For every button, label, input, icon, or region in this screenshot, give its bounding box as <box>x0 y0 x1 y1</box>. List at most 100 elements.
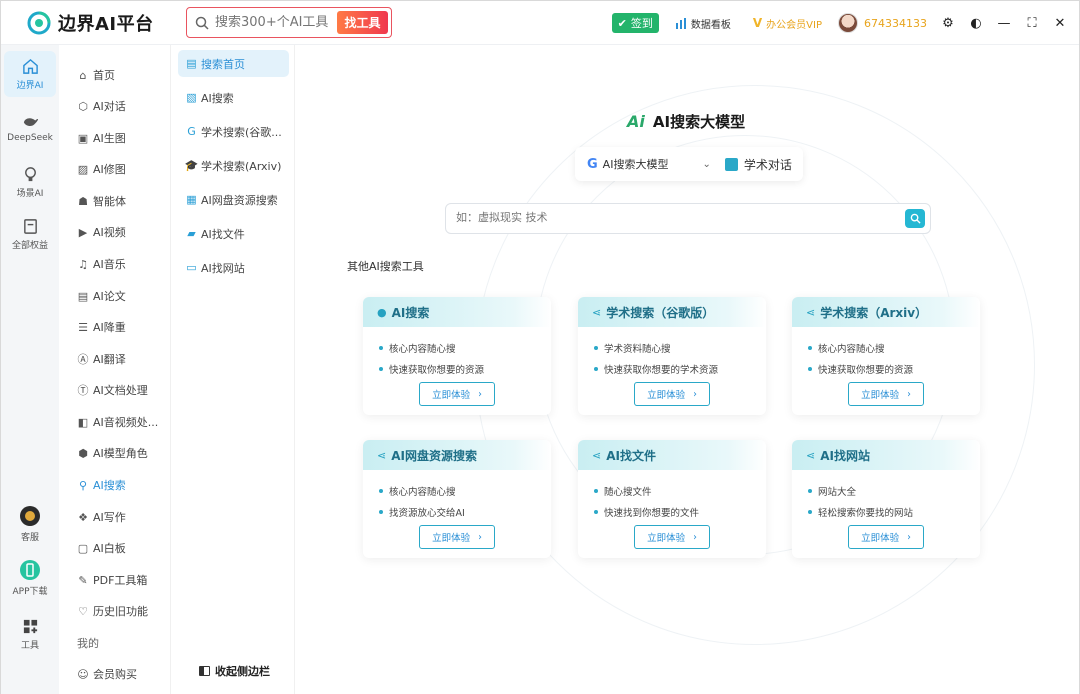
tool-card-ai-search: ● AI搜索 核心内容随心搜 快速获取你想要的资源 立即体验 › <box>363 297 551 415</box>
submenu-item-scholar-arxiv[interactable]: 🎓 学术搜索(Arxiv) <box>178 152 289 179</box>
category-item-home[interactable]: ⌂ 首页 <box>77 64 116 86</box>
data-board-button[interactable]: 数据看板 <box>675 16 731 31</box>
app-title: 边界AI平台 <box>58 14 154 35</box>
maximize-icon[interactable]: ⛶ <box>1025 16 1039 31</box>
paper-icon: ▤ <box>77 289 89 303</box>
category-item-member[interactable]: ☺ 会员购买 <box>77 663 137 685</box>
ai-logo-icon: Ai <box>627 112 645 131</box>
folder-icon: ▰ <box>187 227 196 240</box>
close-icon[interactable]: ✕ <box>1053 16 1067 31</box>
card-feature: 学术资料随心搜 <box>594 337 766 358</box>
submenu-item-find-file[interactable]: ▰ AI找文件 <box>178 220 289 247</box>
customer-service-icon <box>20 506 40 526</box>
other-tools-heading: 其他AI搜索工具 <box>347 260 424 273</box>
category-item-ai-paper[interactable]: ▤ AI论文 <box>77 285 126 307</box>
try-now-button[interactable]: 立即体验 › <box>848 382 924 406</box>
try-now-button[interactable]: 立即体验 › <box>419 525 495 549</box>
rail-label: 全部权益 <box>11 240 48 251</box>
category-item-ai-search[interactable]: ⚲ AI搜索 <box>77 474 126 496</box>
chevron-right-icon: › <box>907 388 911 400</box>
signin-label: 签到 <box>630 17 653 30</box>
category-item-pdf-tools[interactable]: ✎ PDF工具箱 <box>77 569 147 591</box>
model-selector[interactable]: G AI搜索大模型 ⌄ 学术对话 <box>575 147 803 181</box>
minimize-icon[interactable]: — <box>997 16 1011 31</box>
search-icon: ⚲ <box>78 478 88 492</box>
chevron-right-icon: › <box>693 388 697 400</box>
theme-toggle-icon[interactable]: ◐ <box>969 16 983 31</box>
category-item-history[interactable]: ♡ 历史旧功能 <box>77 600 148 622</box>
user-id: 674334133 <box>864 16 927 30</box>
try-now-button[interactable]: 立即体验 › <box>634 382 710 406</box>
share-icon: ⋖ <box>592 305 602 319</box>
rail-item-service[interactable]: 客服 <box>4 501 56 547</box>
tool-card-find-site: ⋖ AI找网站 网站大全 轻松搜索你要找的网站 立即体验 › <box>792 440 980 558</box>
ai-search-icon: ▧ <box>186 91 197 104</box>
photo-edit-icon: ▨ <box>77 162 89 176</box>
search-icon <box>195 16 209 30</box>
vip-button[interactable]: V 办公会员VIP <box>753 16 822 31</box>
cube-icon: ⬡ <box>78 99 88 113</box>
main-search-box <box>445 203 931 234</box>
signin-button[interactable]: ✔ 签到 <box>611 13 659 33</box>
try-now-button[interactable]: 立即体验 › <box>419 382 495 406</box>
avatar <box>838 13 858 33</box>
find-tool-button[interactable]: 找工具 <box>337 11 388 34</box>
robot-icon: ☗ <box>78 194 88 208</box>
try-now-button[interactable]: 立即体验 › <box>634 525 710 549</box>
chevron-right-icon: › <box>478 388 482 400</box>
data-board-label: 数据看板 <box>690 19 731 31</box>
rail-item-rights[interactable]: 全部权益 <box>4 211 56 257</box>
chevron-right-icon: › <box>907 531 911 543</box>
category-item-ai-model-role[interactable]: ⬢ AI模型角色 <box>77 442 148 464</box>
search-icon <box>910 213 921 224</box>
category-item-ai-rewrite[interactable]: ☰ AI降重 <box>77 316 126 338</box>
category-item-ai-write[interactable]: ❖ AI写作 <box>77 506 126 528</box>
category-item-ai-image[interactable]: ▣ AI生图 <box>77 127 126 149</box>
category-item-ai-chat[interactable]: ⬡ AI对话 <box>77 95 126 117</box>
chevron-right-icon: › <box>693 531 697 543</box>
settings-gear-icon[interactable]: ⚙ <box>941 16 955 31</box>
collapse-sidebar-button[interactable]: 收起侧边栏 <box>199 663 270 679</box>
category-item-ai-music[interactable]: ♫ AI音乐 <box>77 253 126 275</box>
left-rail: 边界AI DeepSeek 场景AI 全部权益 客服 APP下载 工具 <box>1 45 59 694</box>
card-feature: 随心搜文件 <box>594 480 766 501</box>
rail-item-deepseek[interactable]: DeepSeek <box>4 105 56 151</box>
category-item-ai-video[interactable]: ▶ AI视频 <box>77 221 126 243</box>
card-title: AI找网站 <box>820 448 870 463</box>
rail-item-scene[interactable]: 场景AI <box>4 159 56 205</box>
app-logo[interactable]: 边界AI平台 <box>27 10 154 36</box>
submenu-item-search-home[interactable]: ▤ 搜索首页 <box>178 50 289 77</box>
category-item-ai-translate[interactable]: Ⓐ AI翻译 <box>77 348 126 370</box>
music-icon: ♫ <box>78 257 88 271</box>
tool-card-scholar-google: ⋖ 学术搜索（谷歌版） 学术资料随心搜 快速获取你想要的学术资源 立即体验 › <box>578 297 766 415</box>
doc-icon: Ⓣ <box>77 384 89 397</box>
academic-chat-tab[interactable]: 学术对话 <box>744 156 792 173</box>
rail-item-home[interactable]: 边界AI <box>4 51 56 97</box>
category-item-ai-doc[interactable]: Ⓣ AI文档处理 <box>77 379 148 401</box>
check-icon: ✔ <box>617 16 627 30</box>
search-submit-button[interactable] <box>905 209 925 228</box>
list-icon: ☰ <box>78 320 88 334</box>
book-icon <box>724 157 738 171</box>
submenu-item-find-site[interactable]: ▭ AI找网站 <box>178 254 289 281</box>
try-now-button[interactable]: 立即体验 › <box>848 525 924 549</box>
category-item-ai-photo-edit[interactable]: ▨ AI修图 <box>77 158 126 180</box>
main-search-input[interactable] <box>456 211 896 224</box>
translate-icon: Ⓐ <box>77 353 89 366</box>
category-item-agent[interactable]: ☗ 智能体 <box>77 190 126 212</box>
top-bar: 边界AI平台 找工具 ✔ 签到 数据看板 V 办公会员VI <box>1 1 1079 45</box>
card-feature: 找资源放心交给AI <box>379 501 551 522</box>
rail-item-tools[interactable]: 工具 <box>4 611 56 657</box>
submenu-item-scholar-google[interactable]: G 学术搜索(谷歌... <box>178 118 289 145</box>
rail-item-app-download[interactable]: APP下载 <box>4 555 56 601</box>
submenu-item-netdisk[interactable]: ▦ AI网盘资源搜索 <box>178 186 289 213</box>
chevron-down-icon[interactable]: ⌄ <box>702 159 710 170</box>
category-item-ai-whiteboard[interactable]: ▢ AI白板 <box>77 537 126 559</box>
category-item-ai-media[interactable]: ◧ AI音视频处... <box>77 411 158 433</box>
submenu-item-ai-search[interactable]: ▧ AI搜索 <box>178 84 289 111</box>
chat-bubble-icon: ● <box>377 305 387 319</box>
tool-search-input[interactable] <box>215 15 335 30</box>
user-profile[interactable]: 674334133 <box>838 13 927 33</box>
card-title: 学术搜索（谷歌版） <box>606 305 715 320</box>
card-title: AI网盘资源搜索 <box>391 448 477 463</box>
